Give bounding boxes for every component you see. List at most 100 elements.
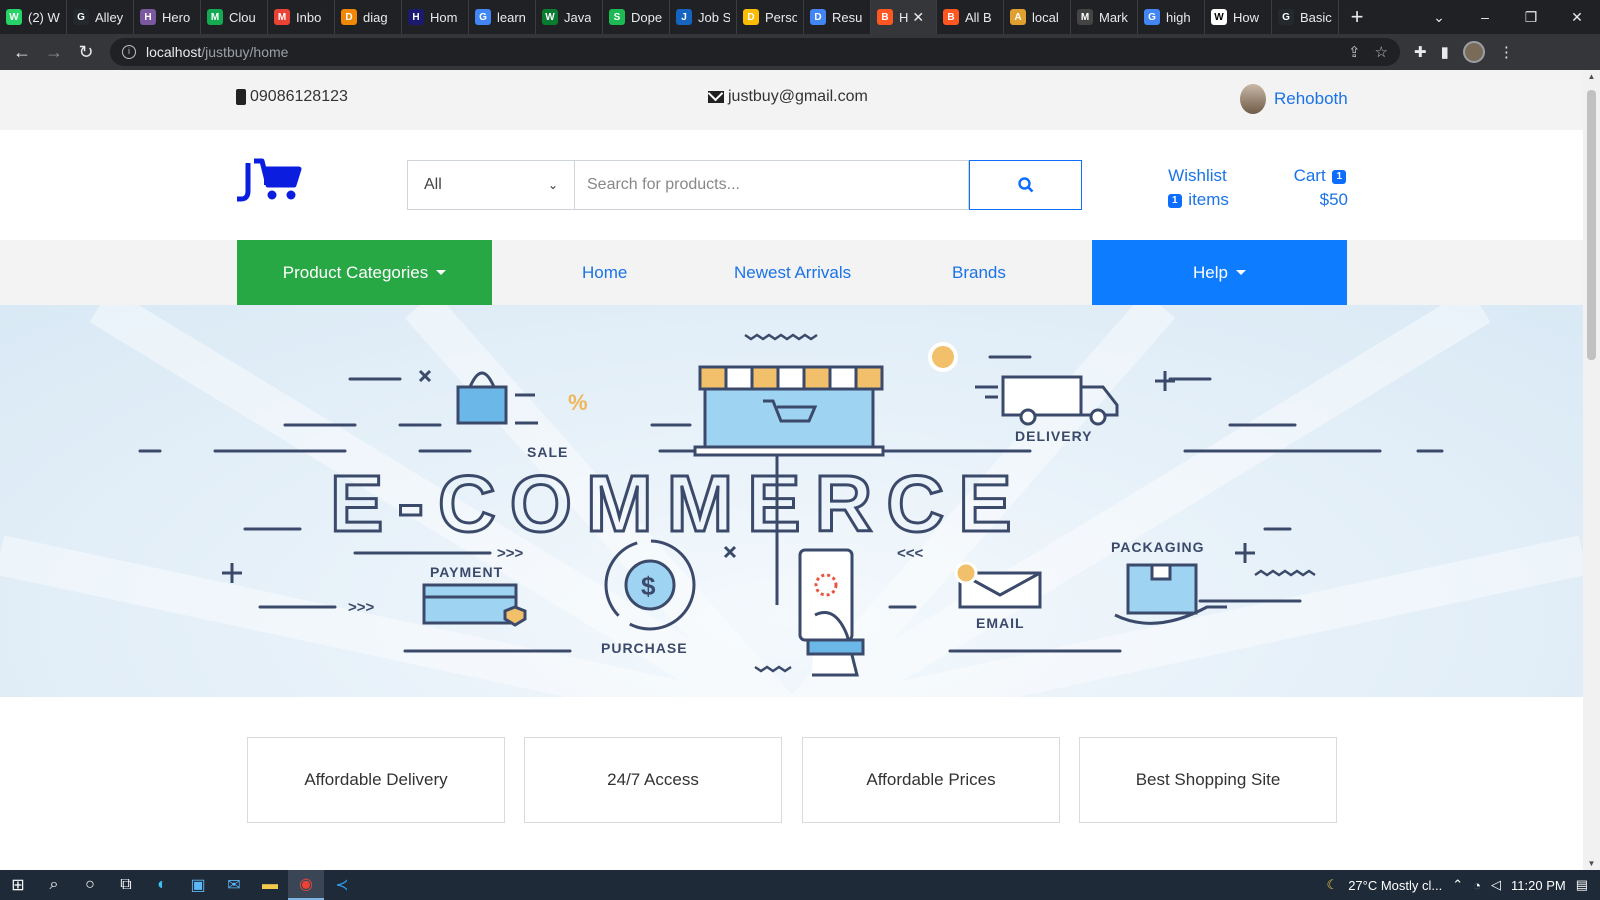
nav-newest-arrivals-link[interactable]: Newest Arrivals (734, 240, 851, 305)
browser-tab[interactable]: H Hero (134, 0, 201, 34)
bookmark-star-icon[interactable]: ☆ (1375, 43, 1388, 61)
page-scrollbar[interactable]: ▲ ▼ (1583, 70, 1600, 870)
scrollbar-thumb[interactable] (1587, 90, 1596, 360)
search-icon (1017, 177, 1033, 193)
justbuy-logo[interactable] (236, 157, 302, 203)
share-icon[interactable]: ⇪ (1348, 43, 1361, 61)
chevron-up-icon[interactable]: ⌃ (1452, 877, 1463, 893)
banner-label-delivery: DELIVERY (1015, 428, 1093, 444)
cart-link[interactable]: Cart 1 $50 (1290, 164, 1348, 212)
tab-favicon-icon: G (1278, 9, 1294, 25)
tab-favicon-icon: J (676, 9, 692, 25)
back-button[interactable]: ← (6, 42, 38, 63)
search-group: All ⌄ Search for products... (407, 160, 1082, 210)
side-panel-icon[interactable]: ▮ (1441, 43, 1449, 61)
caret-down-icon (436, 270, 447, 275)
network-icon[interactable]: ◔ (1473, 878, 1481, 893)
tab-favicon-icon: B (877, 9, 893, 25)
product-categories-dropdown[interactable]: Product Categories (237, 240, 492, 305)
vscode-icon[interactable]: ≺ (324, 870, 360, 900)
browser-tab[interactable]: Glearn (469, 0, 536, 34)
browser-tab[interactable]: Ddiag (335, 0, 402, 34)
caret-down-icon (1235, 270, 1246, 275)
nav-home-link[interactable]: Home (582, 240, 627, 305)
help-dropdown[interactable]: Help (1092, 240, 1347, 305)
reload-button[interactable]: ↻ (70, 42, 102, 63)
tab-title: Perso (765, 9, 797, 25)
restore-button[interactable]: ❐ (1508, 9, 1554, 26)
browser-tab[interactable]: W How (1205, 0, 1272, 34)
tab-favicon-icon: S (609, 9, 625, 25)
minimize-button[interactable]: – (1462, 9, 1508, 25)
clock[interactable]: 11:20 PM (1511, 878, 1566, 893)
browser-tab[interactable]: Ghigh (1138, 0, 1205, 34)
tab-favicon-icon: G (73, 9, 89, 25)
search-icon[interactable]: ⌕ (36, 870, 72, 900)
cortana-icon[interactable]: ○ (72, 870, 108, 900)
forward-button[interactable]: → (38, 42, 70, 63)
tab-favicon-icon: D (341, 9, 357, 25)
nav-brands-link[interactable]: Brands (952, 240, 1006, 305)
weather-text[interactable]: 27°C Mostly cl... (1348, 878, 1442, 893)
tab-title: Job S (698, 9, 730, 25)
site-info-icon[interactable]: i (122, 45, 136, 59)
extensions-icon[interactable]: ✚ (1414, 43, 1427, 61)
category-selected: All (424, 176, 442, 193)
tab-favicon-icon: D (743, 9, 759, 25)
browser-tab[interactable]: G Basic (1272, 0, 1339, 34)
phone-number: 09086128123 (250, 88, 348, 105)
mail-icon[interactable]: ✉ (216, 870, 252, 900)
browser-tab[interactable]: D Perso (737, 0, 804, 34)
new-tab-button[interactable]: + (1339, 4, 1375, 30)
feature-card-delivery: Affordable Delivery (247, 737, 505, 823)
notifications-icon[interactable]: ▤ (1576, 877, 1588, 893)
tab-title: Java (564, 9, 592, 25)
banner-title-text: E-COMMERCE (330, 459, 1026, 548)
chrome-icon[interactable]: ◉ (288, 870, 324, 900)
edge-icon[interactable]: ◐ (144, 870, 180, 900)
banner-label-purchase: PURCHASE (601, 640, 688, 656)
svg-text:$: $ (641, 571, 656, 601)
browser-tab[interactable]: M Inbo (268, 0, 335, 34)
task-view-icon[interactable]: ⧉ (108, 870, 144, 900)
address-bar[interactable]: i localhost/justbuy/home ⇪ ☆ (110, 38, 1400, 66)
browser-tab[interactable]: G Alley (67, 0, 134, 34)
tab-favicon-icon: H (408, 9, 424, 25)
browser-tab[interactable]: J Job S (670, 0, 737, 34)
browser-menu-icon[interactable]: ⋮ (1499, 43, 1514, 61)
wishlist-count-badge: 1 (1168, 193, 1182, 208)
tab-favicon-icon: W (542, 9, 558, 25)
volume-icon[interactable]: ◁ (1491, 877, 1501, 893)
browser-tab[interactable]: M Mark (1071, 0, 1138, 34)
search-input[interactable]: Search for products... (575, 160, 969, 210)
tab-title: H (899, 9, 909, 25)
file-explorer-icon[interactable]: ▬ (252, 870, 288, 900)
scroll-up-arrow[interactable]: ▲ (1583, 72, 1600, 81)
profile-avatar[interactable] (1462, 41, 1485, 63)
close-window-button[interactable]: ✕ (1554, 9, 1600, 26)
close-tab-icon[interactable]: ✕ (912, 9, 924, 26)
tab-title: Alley (95, 9, 124, 25)
scroll-down-arrow[interactable]: ▼ (1583, 859, 1600, 868)
browser-tab[interactable]: B H ✕ (871, 0, 937, 34)
tab-title: Resu (832, 9, 863, 25)
wishlist-link[interactable]: Wishlist 1 items (1166, 164, 1229, 212)
url-path: /justbuy/home (201, 44, 289, 60)
category-select[interactable]: All ⌄ (407, 160, 575, 210)
search-button[interactable] (969, 160, 1082, 210)
browser-tab[interactable]: D Resu (804, 0, 871, 34)
user-account-link[interactable]: Rehoboth (1240, 84, 1348, 114)
wishlist-label: Wishlist (1168, 166, 1227, 185)
windows-start-icon[interactable]: ⊞ (0, 870, 36, 900)
browser-tab[interactable]: S Dope (603, 0, 670, 34)
browser-tab[interactable]: B All B (937, 0, 1004, 34)
wishlist-items-label: items (1188, 190, 1229, 209)
browser-tab[interactable]: W Java (536, 0, 603, 34)
browser-tab[interactable]: W (2) W (0, 0, 67, 34)
browser-tab[interactable]: M Clou (201, 0, 268, 34)
tab-search-icon[interactable]: ⌄ (1416, 9, 1462, 26)
browser-tab[interactable]: H Hom (402, 0, 469, 34)
svg-text:>>>: >>> (348, 599, 375, 616)
browser-tab[interactable]: Alocal (1004, 0, 1071, 34)
store-icon[interactable]: ▣ (180, 870, 216, 900)
